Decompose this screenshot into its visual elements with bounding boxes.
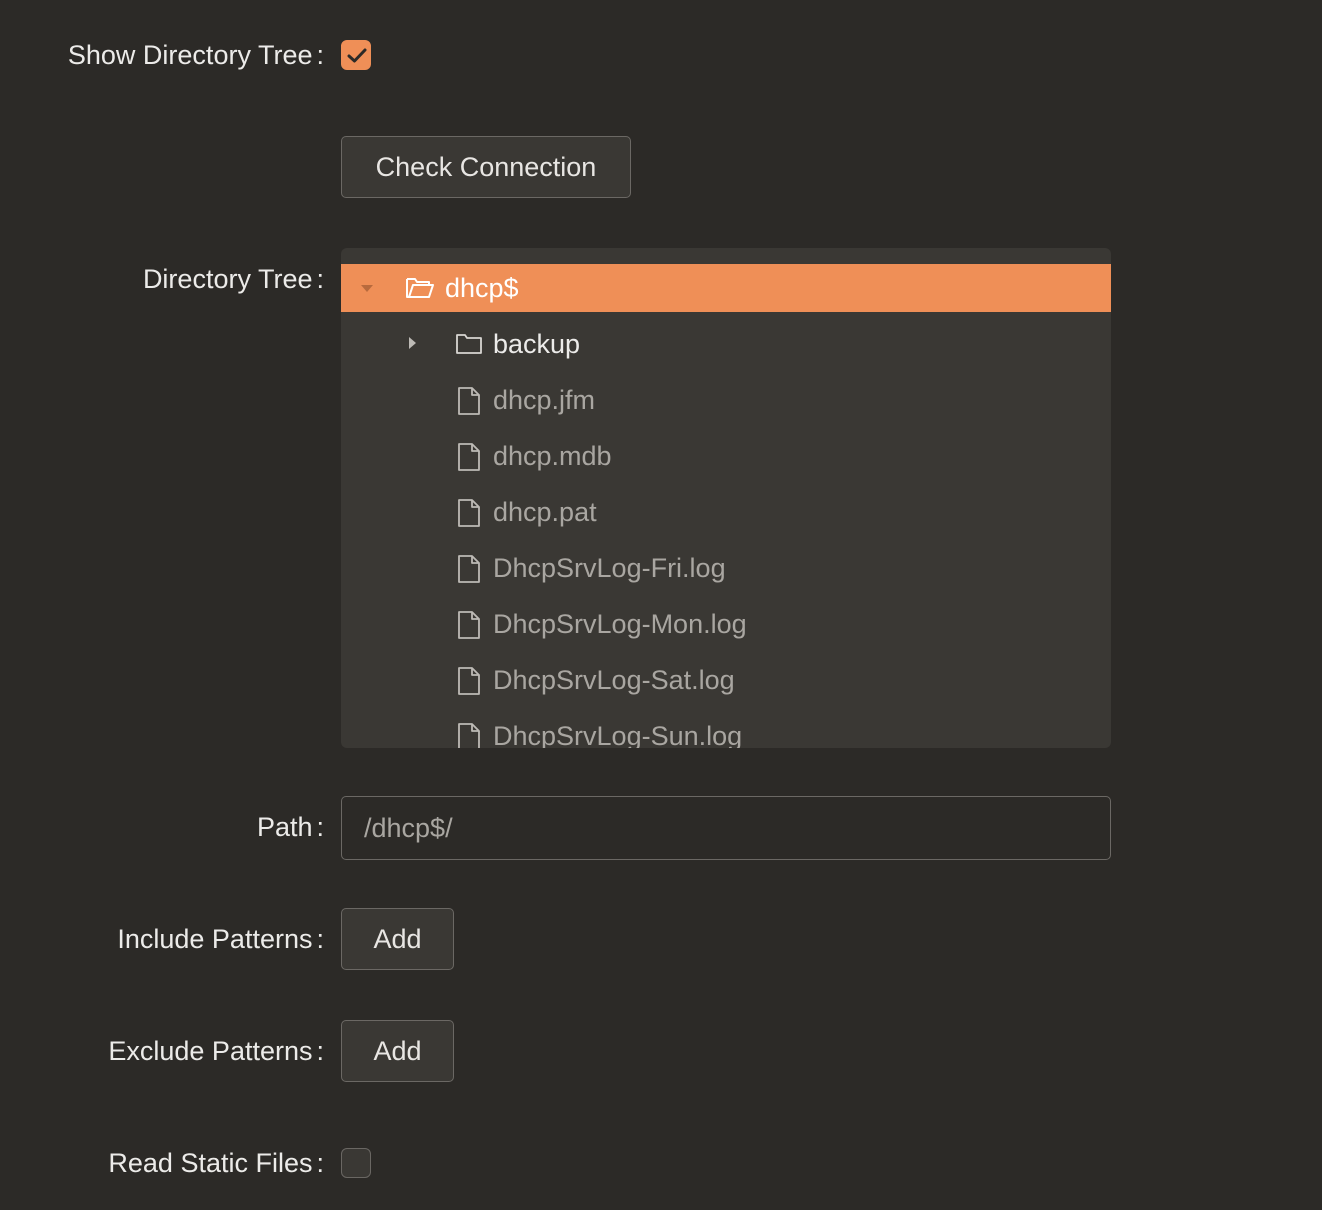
- directory-tree-label: Directory Tree:: [142, 264, 324, 294]
- tree-node-name[interactable]: DhcpSrvLog-Sat.log: [493, 656, 735, 704]
- file-icon: [458, 443, 480, 471]
- tree-node-name[interactable]: dhcp$: [445, 264, 519, 312]
- tree-node-name[interactable]: dhcp.mdb: [493, 432, 612, 480]
- path-label: Path:: [256, 812, 324, 842]
- file-icon: [458, 387, 480, 415]
- tree-node-name[interactable]: dhcp.jfm: [493, 376, 595, 424]
- tree-node-name[interactable]: backup: [493, 320, 580, 368]
- tree-node-name[interactable]: dhcp.pat: [493, 488, 597, 536]
- tree-node-file[interactable]: DhcpSrvLog-Sat.log: [341, 656, 1111, 704]
- file-icon: [458, 499, 480, 527]
- tree-node-file[interactable]: DhcpSrvLog-Mon.log: [341, 600, 1111, 648]
- tree-node-file[interactable]: DhcpSrvLog-Fri.log: [341, 544, 1111, 592]
- include-patterns-add-button[interactable]: Add: [341, 908, 454, 970]
- include-patterns-label: Include Patterns:: [117, 924, 324, 954]
- tree-node-name[interactable]: DhcpSrvLog-Fri.log: [493, 544, 726, 592]
- checkmark-icon: [347, 48, 367, 63]
- tree-node-root[interactable]: dhcp$: [341, 264, 1111, 312]
- read-static-files-label: Read Static Files:: [108, 1148, 324, 1178]
- read-static-files-checkbox[interactable]: [341, 1148, 371, 1178]
- exclude-patterns-add-button[interactable]: Add: [341, 1020, 454, 1082]
- tree-node-name[interactable]: DhcpSrvLog-Sun.log: [493, 712, 742, 748]
- folder-icon: [456, 334, 482, 354]
- show-directory-tree-checkbox[interactable]: [341, 40, 371, 70]
- tree-node-folder[interactable]: backup: [341, 320, 1111, 368]
- tree-node-file[interactable]: dhcp.pat: [341, 488, 1111, 536]
- file-icon: [458, 555, 480, 583]
- tree-node-file[interactable]: DhcpSrvLog-Sun.log: [341, 712, 1111, 748]
- show-directory-tree-label: Show Directory Tree:: [67, 40, 324, 70]
- file-icon: [458, 611, 480, 639]
- tree-node-file[interactable]: dhcp.jfm: [341, 376, 1111, 424]
- file-icon: [458, 723, 480, 748]
- settings-form: Show Directory Tree: Check Connection Di…: [0, 0, 1322, 1210]
- tree-node-file[interactable]: dhcp.mdb: [341, 432, 1111, 480]
- directory-tree[interactable]: dhcp$ backup dhcp.jfm dhcp.mdb dhcp.pat: [341, 248, 1111, 748]
- caret-right-icon[interactable]: [403, 320, 423, 368]
- exclude-patterns-label: Exclude Patterns:: [108, 1036, 324, 1066]
- file-icon: [458, 667, 480, 695]
- check-connection-button[interactable]: Check Connection: [341, 136, 631, 198]
- caret-down-icon[interactable]: [357, 264, 377, 312]
- folder-open-icon: [406, 278, 434, 298]
- tree-node-name[interactable]: DhcpSrvLog-Mon.log: [493, 600, 747, 648]
- path-input[interactable]: [341, 796, 1111, 860]
